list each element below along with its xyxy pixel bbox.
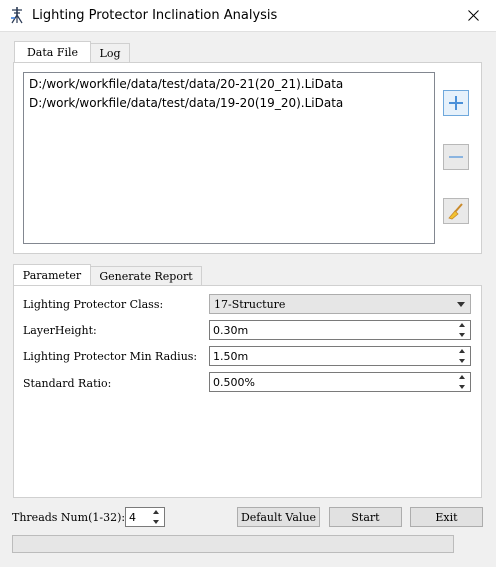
list-item[interactable]: D:/work/workfile/data/test/data/20-21(20… (24, 75, 434, 94)
start-button[interactable]: Start (329, 507, 402, 527)
default-value-button[interactable]: Default Value (237, 507, 320, 527)
progress-bar (12, 535, 454, 553)
tab-parameter[interactable]: Parameter (13, 264, 91, 286)
app-icon (11, 7, 23, 24)
plus-icon (449, 96, 463, 110)
standard-ratio-value: 0.500% (213, 375, 255, 389)
exit-button[interactable]: Exit (410, 507, 483, 527)
spinner[interactable] (150, 509, 162, 525)
window-title: Lighting Protector Inclination Analysis (32, 8, 278, 23)
tab-generate-report-label: Generate Report (99, 270, 193, 283)
spin-down-icon[interactable] (459, 359, 465, 363)
list-item[interactable]: D:/work/workfile/data/test/data/19-20(19… (24, 94, 434, 113)
clear-list-button[interactable] (443, 198, 469, 224)
threads-input[interactable]: 4 (125, 507, 165, 527)
layer-height-input[interactable]: 0.30m (209, 320, 471, 340)
spin-up-icon[interactable] (153, 510, 159, 514)
spinner[interactable] (456, 322, 468, 338)
class-label: Lighting Protector Class: (23, 298, 164, 311)
spin-down-icon[interactable] (153, 520, 159, 524)
spin-up-icon[interactable] (459, 323, 465, 327)
spinner[interactable] (456, 348, 468, 364)
layer-height-value: 0.30m (213, 323, 249, 337)
standard-ratio-input[interactable]: 0.500% (209, 372, 471, 392)
file-list[interactable]: D:/work/workfile/data/test/data/20-21(20… (23, 72, 435, 244)
title-bar: Lighting Protector Inclination Analysis (0, 0, 496, 31)
tab-generate-report[interactable]: Generate Report (90, 266, 202, 286)
tab-log-label: Log (99, 47, 121, 60)
spinner[interactable] (456, 374, 468, 390)
tab-log[interactable]: Log (90, 43, 130, 63)
class-select-value: 17-Structure (214, 297, 286, 311)
spin-up-icon[interactable] (459, 349, 465, 353)
spin-down-icon[interactable] (459, 333, 465, 337)
remove-file-button[interactable] (443, 144, 469, 170)
min-radius-input[interactable]: 1.50m (209, 346, 471, 366)
tab-data-file[interactable]: Data File (14, 41, 91, 63)
threads-value: 4 (129, 510, 136, 524)
min-radius-label: Lighting Protector Min Radius: (23, 350, 198, 363)
layer-height-label: LayerHeight: (23, 324, 97, 337)
minus-icon (449, 156, 463, 158)
add-file-button[interactable] (443, 90, 469, 116)
standard-ratio-label: Standard Ratio: (23, 377, 112, 390)
class-select[interactable]: 17-Structure (209, 294, 471, 314)
tab-data-file-label: Data File (26, 46, 79, 59)
close-button[interactable] (450, 0, 496, 31)
close-icon (467, 10, 479, 21)
min-radius-value: 1.50m (213, 349, 249, 363)
tab-parameter-label: Parameter (22, 269, 82, 282)
spin-down-icon[interactable] (459, 385, 465, 389)
chevron-down-icon (457, 302, 465, 307)
spin-up-icon[interactable] (459, 375, 465, 379)
threads-label: Threads Num(1-32): (12, 511, 126, 524)
broom-icon (448, 203, 463, 220)
